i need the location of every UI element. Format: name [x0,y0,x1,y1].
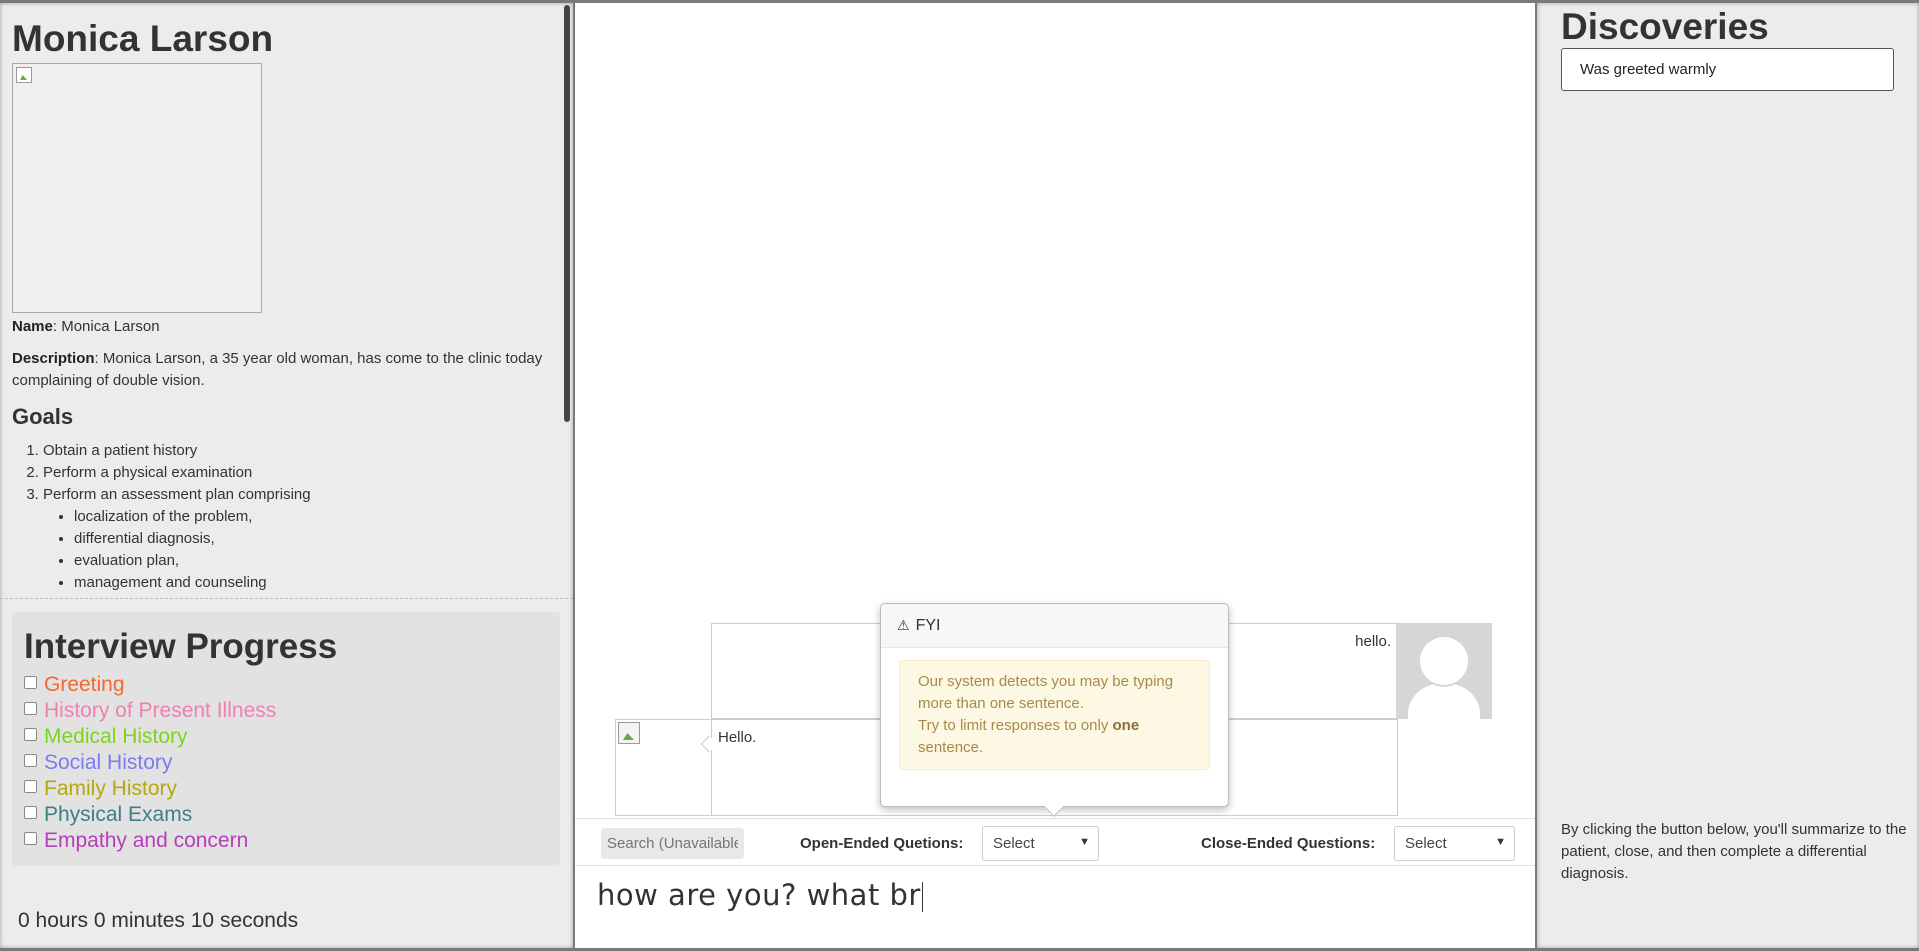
open-ended-label: Open-Ended Quetions: [800,835,964,852]
dropdown-arrow-icon: ▼ [1079,836,1090,848]
patient-photo [12,63,262,313]
progress-label: Greeting [44,673,125,696]
summary-instructions: By clicking the button below, you'll sum… [1561,821,1907,882]
broken-image-icon [618,722,640,744]
goal-sub-list: localization of the problem, differentia… [43,506,553,594]
goals-title: Goals [12,404,74,429]
description-label: Description [12,350,95,367]
session-timer: 0 hours 0 minutes 10 seconds [18,909,299,932]
patient-description: Description: Monica Larson, a 35 year ol… [12,348,553,392]
avatar-head-shape [1420,637,1468,685]
progress-item: Empathy and concern [24,828,548,854]
close-ended-label: Close-Ended Questions: [1201,835,1376,852]
fyi-line-2-bold: one [1112,717,1140,734]
name-label: Name [12,318,53,335]
progress-label: Physical Exams [44,803,193,826]
response-text: how are you? what br [597,878,921,912]
discovery-item: Was greeted warmly [1561,48,1894,91]
goals-list: Obtain a patient history Perform a physi… [12,440,553,594]
progress-checkbox[interactable] [24,805,37,819]
patient-info-scrollbar[interactable] [564,5,570,422]
progress-item: Greeting [24,672,548,698]
goal-item: Perform an assessment plan comprising lo… [43,484,553,594]
panel-divider [0,598,573,599]
goal-sub-item: evaluation plan, [74,550,553,572]
fyi-line-2-prefix: Try to limit responses to only [918,717,1113,734]
conversation-panel: hello. Hello. ⚠ FYI Our system detects y… [575,3,1535,948]
progress-checkbox[interactable] [24,675,37,689]
progress-item: Family History [24,776,548,802]
avatar-body-shape [1408,683,1480,719]
progress-checkbox[interactable] [24,701,37,715]
discoveries-panel: Discoveries Was greeted warmly By clicki… [1537,3,1919,948]
broken-image-icon [16,67,32,83]
progress-label: Empathy and concern [44,829,249,852]
close-ended-select[interactable]: Select ▼ [1394,826,1515,861]
patient-panel: Monica Larson Name: Monica Larson Descri… [0,3,573,948]
patient-avatar [615,719,712,816]
chat-area: hello. Hello. ⚠ FYI Our system detects y… [575,3,1535,818]
progress-item: History of Present Illness [24,698,548,724]
patient-message-text: Hello. [718,729,757,746]
progress-checkbox[interactable] [24,779,37,793]
warning-icon: ⚠ [897,617,910,633]
fyi-header: ⚠ FYI [881,604,1228,648]
goal-item: Perform a physical examination [43,462,553,484]
fyi-title: FYI [915,616,941,634]
open-ended-select[interactable]: Select ▼ [982,826,1099,861]
progress-item: Social History [24,750,548,776]
goal-sub-item: differential diagnosis, [74,528,553,550]
progress-checkbox[interactable] [24,753,37,767]
goal-item: Obtain a patient history [43,440,553,462]
progress-label: Family History [44,777,178,800]
name-value: : Monica Larson [52,318,160,335]
user-avatar [1396,623,1492,719]
fyi-popover: ⚠ FYI Our system detects you may be typi… [880,603,1229,817]
search-input[interactable] [601,828,744,859]
text-caret [921,882,923,912]
progress-label: History of Present Illness [44,699,277,722]
fyi-line-1: Our system detects you may be typing mor… [918,673,1174,712]
interview-progress-title: Interview Progress [24,627,338,666]
progress-checkbox[interactable] [24,831,37,845]
fyi-line-2-suffix: sentence. [918,739,984,756]
goal-item-label: Perform an assessment plan comprising [43,486,311,503]
patient-name-line: Name: Monica Larson [12,316,553,338]
goal-sub-item: management and counseling [74,572,553,594]
response-text-input[interactable]: how are you? what br [597,878,923,912]
goal-sub-item: localization of the problem, [74,506,553,528]
fyi-warning-message: Our system detects you may be typing mor… [899,660,1210,770]
dropdown-arrow-icon: ▼ [1495,836,1506,848]
open-ended-select-value: Select [993,835,1035,852]
progress-label: Medical History [44,725,188,748]
question-toolbar: Open-Ended Quetions: Select ▼ Close-Ende… [575,818,1535,866]
progress-item: Medical History [24,724,548,750]
progress-item: Physical Exams [24,802,548,828]
discoveries-title: Discoveries [1561,6,1769,47]
progress-checkbox[interactable] [24,727,37,741]
interview-progress-box: Interview Progress Greeting History of Pr… [12,612,560,866]
patient-name-heading: Monica Larson [12,18,274,59]
progress-label: Social History [44,751,173,774]
interview-progress-list: Greeting History of Present Illness Medica… [24,672,548,854]
user-message-text: hello. [1355,633,1391,650]
close-ended-select-value: Select [1405,835,1447,852]
patient-info-section: Monica Larson Name: Monica Larson Descri… [0,3,573,598]
